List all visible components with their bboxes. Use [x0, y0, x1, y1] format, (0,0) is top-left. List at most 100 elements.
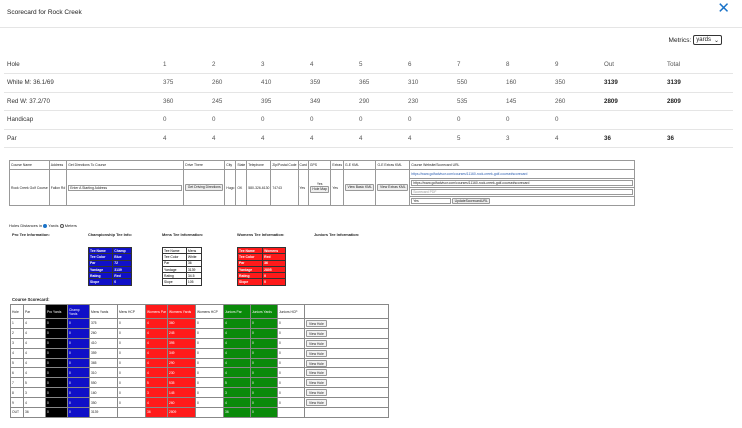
update-scorecard-url-button[interactable]: UpdateScorecardURL: [452, 197, 491, 205]
course-scorecard-cell: 0: [67, 407, 90, 418]
course-scorecard-header-cell: Womens Yards: [167, 304, 196, 319]
meters-radio[interactable]: [59, 223, 64, 228]
course-scorecard-cell: 0: [195, 347, 224, 359]
metrics-control: Metrics: yards ⌄: [669, 35, 722, 45]
course-scorecard-cell: 0: [45, 318, 68, 329]
course-scorecard-title: Course Scorecard:: [12, 297, 50, 302]
scorecard-row-label: White M: 36.1/69: [4, 73, 160, 93]
course-scorecard-cell: 0: [277, 318, 305, 329]
scorecard-cell: 0: [258, 110, 307, 130]
course-scorecard-cell: 4: [23, 337, 46, 349]
course-scorecard-cell: 3: [223, 387, 251, 399]
course-scorecard-cell: 0: [117, 367, 146, 379]
course-info-header-cell: G-E KML: [343, 160, 377, 170]
scorecard-header-cell: 3: [258, 55, 307, 74]
view-hole-button[interactable]: View Hole: [306, 319, 327, 327]
scorecard-cell: 145: [503, 92, 552, 111]
view-hole-button[interactable]: View Hole: [306, 399, 327, 407]
course-scorecard-cell: 2809: [167, 407, 196, 418]
scorecard-cell: 365: [356, 73, 405, 93]
view-hole-cell: View Hole: [304, 318, 389, 329]
scorecard-cell: 375: [160, 73, 209, 93]
scorecard-cell: 410: [258, 73, 307, 93]
scorecard-header-cell: 5: [356, 55, 405, 74]
course-scorecard-cell: 0: [67, 337, 90, 349]
view-extras-kml-button[interactable]: View Extras KML: [377, 184, 409, 191]
view-hole-cell: [304, 407, 389, 418]
course-scorecard-cell: 0: [45, 327, 68, 339]
scorecard-cell: 36: [664, 129, 733, 148]
yards-radio[interactable]: [43, 223, 48, 228]
close-icon[interactable]: ✕: [717, 1, 730, 16]
meters-label: Meters: [64, 223, 77, 228]
summary-scorecard-table: Hole 1 2 3 4 5 6 7 8 9 Out Total White M: 36.1/69 37…: [4, 55, 733, 148]
view-hole-button[interactable]: View Hole: [306, 349, 327, 357]
course-scorecard-cell: 4: [223, 397, 251, 409]
scorecard-cell: 36: [601, 129, 664, 148]
tee-field-label: Slope: [236, 278, 264, 286]
course-address: Fallon Rd: [48, 169, 68, 206]
course-scorecard-cell: 6: [10, 367, 24, 379]
scorecard-cell: [601, 110, 664, 130]
view-hole-button[interactable]: View Hole: [306, 339, 327, 347]
scorecard-cell: 0: [552, 110, 601, 130]
view-hole-button[interactable]: View Hole: [306, 379, 327, 387]
start-address-input[interactable]: Enter A Starting Address: [68, 184, 183, 191]
scorecard-cell: 245: [209, 92, 258, 111]
course-scorecard-cell: 360: [167, 318, 196, 329]
course-scorecard-cell: 4: [145, 347, 168, 359]
course-scorecard-header-cell: Mens Yards: [89, 304, 118, 319]
course-scorecard-cell: [195, 407, 224, 418]
scorecard-cell: 350: [552, 73, 601, 93]
card-value: Yes: [297, 169, 309, 206]
course-scorecard-cell: 0: [67, 357, 90, 369]
course-scorecard-cell: 4: [223, 347, 251, 359]
get-driving-directions-button[interactable]: Get Driving Directions: [185, 184, 224, 191]
course-info-header-cell: Zip/Postal Code: [270, 160, 299, 170]
course-scorecard-cell: 0: [195, 318, 224, 329]
scorecard-cell: 0: [160, 110, 209, 130]
hole-map-button[interactable]: Hole Map: [309, 186, 330, 193]
course-scorecard-cell: 5: [23, 377, 46, 389]
scorecard-pdf-input[interactable]: Scorecard PDF: [411, 189, 634, 195]
metrics-select[interactable]: yards ⌄: [693, 35, 722, 45]
yes-input[interactable]: Yes: [411, 198, 452, 204]
course-zip: 74743: [270, 169, 299, 206]
course-scorecard-cell: 0: [277, 337, 305, 349]
course-website-link[interactable]: https://www.golfadvisor.com/courses/1116…: [411, 172, 527, 176]
course-info-header-cell: G-E Extras KML: [375, 160, 411, 170]
view-hole-button[interactable]: View Hole: [306, 329, 327, 337]
course-scorecard-cell: 1: [10, 318, 24, 329]
scorecard-header-cell: Total: [664, 55, 733, 74]
scorecard-url-input[interactable]: https://www.golfadvisor.com/courses/1116…: [411, 180, 634, 186]
course-info-header-cell: State: [235, 160, 248, 170]
view-basic-kml-button[interactable]: View Basic KML: [345, 184, 375, 191]
course-scorecard-header-cell: Womens HCP: [195, 304, 224, 319]
view-hole-button[interactable]: View Hole: [306, 369, 327, 377]
course-scorecard-cell: 4: [145, 397, 168, 409]
scorecard-row-label: Handicap: [4, 110, 160, 130]
course-scorecard-cell: 349: [167, 347, 196, 359]
course-scorecard-cell: 0: [277, 327, 305, 339]
chevron-down-icon: ⌄: [713, 37, 719, 44]
course-scorecard-cell: 3: [10, 337, 24, 349]
view-hole-button[interactable]: View Hole: [306, 389, 327, 397]
champ-tee-heading: Championship Tee Info:: [88, 232, 133, 237]
course-scorecard-cell: 4: [223, 337, 251, 349]
scorecard-cell: 5: [454, 129, 503, 148]
course-scorecard-cell: 4: [145, 337, 168, 349]
scorecard-header-cell: 6: [405, 55, 454, 74]
course-info-header-cell: GPS: [307, 160, 332, 170]
course-scorecard-cell: 0: [117, 347, 146, 359]
course-info-header-cell: Course Website/Scorecard URL: [409, 160, 636, 170]
course-scorecard-cell: 0: [277, 397, 305, 409]
course-scorecard-cell: 0: [250, 357, 278, 369]
course-scorecard-cell: 4: [23, 347, 46, 359]
course-scorecard-cell: OUT: [10, 407, 24, 418]
table-row: 3 4 0 0 410 0 4 395 0 4 0 0 View Hole: [10, 337, 389, 349]
view-hole-cell: View Hole: [304, 347, 389, 359]
view-hole-button[interactable]: View Hole: [306, 359, 327, 367]
course-scorecard-cell: 5: [145, 377, 168, 389]
course-scorecard-cell: 0: [117, 327, 146, 339]
table-row: 4 4 0 0 359 0 4 349 0 4 0 0 View Hole: [10, 347, 389, 359]
